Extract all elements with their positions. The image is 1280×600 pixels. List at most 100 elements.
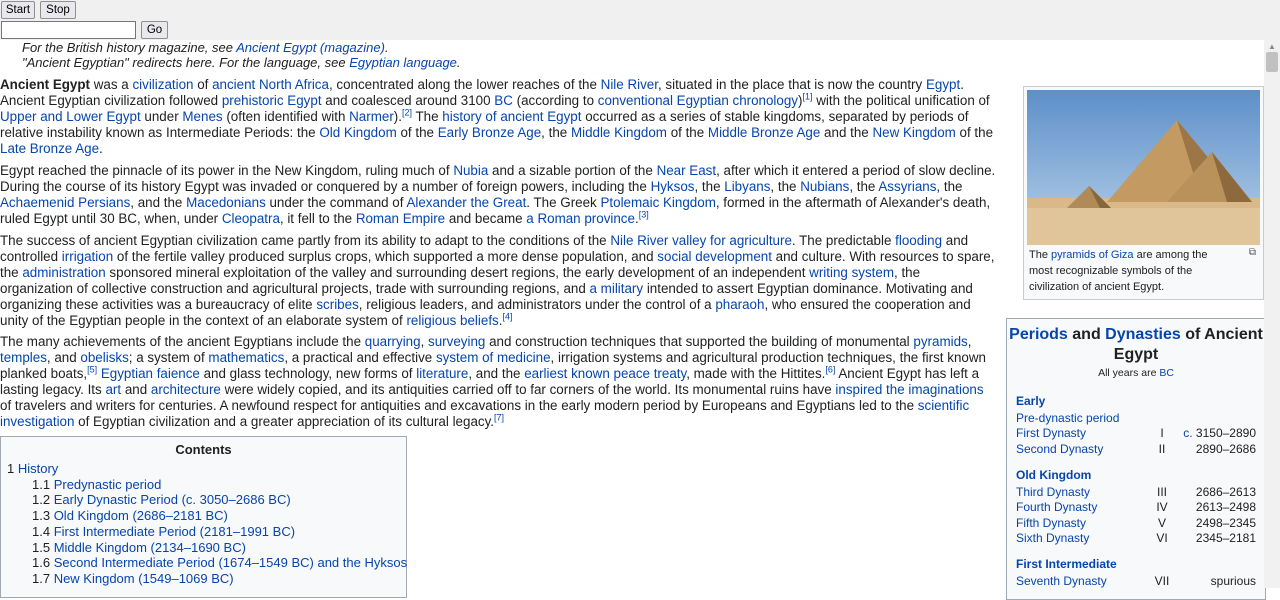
period-group-heading[interactable]: Old Kingdom bbox=[1016, 468, 1091, 482]
wiki-link[interactable]: prehistoric Egypt bbox=[222, 93, 322, 108]
toc-link[interactable]: Early Dynastic Period (c. 3050–2686 BC) bbox=[54, 492, 291, 507]
wiki-link[interactable]: Egyptian faience bbox=[101, 366, 200, 381]
wiki-link[interactable]: Old Kingdom bbox=[319, 125, 396, 140]
toc-link[interactable]: First Intermediate Period (2181–1991 BC) bbox=[54, 524, 295, 539]
wiki-link[interactable]: temples bbox=[0, 350, 47, 365]
wiki-link[interactable]: New Kingdom bbox=[872, 125, 955, 140]
wiki-link[interactable]: Near East bbox=[657, 163, 717, 178]
dynasty-link[interactable]: Pre-dynastic period bbox=[1016, 411, 1119, 425]
scrollbar-thumb[interactable] bbox=[1266, 52, 1278, 72]
wiki-link[interactable]: Assyrians bbox=[878, 179, 936, 194]
wiki-link[interactable]: Middle Bronze Age bbox=[708, 125, 820, 140]
wiki-link[interactable]: irrigation bbox=[62, 249, 113, 264]
period-group-heading[interactable]: Early bbox=[1016, 394, 1045, 408]
bc-link[interactable]: BC bbox=[1159, 367, 1174, 379]
wiki-link[interactable]: mathematics bbox=[208, 350, 284, 365]
wiki-link[interactable]: surveying bbox=[428, 334, 485, 349]
wiki-link[interactable]: literature bbox=[416, 366, 468, 381]
hatnote-link-language[interactable]: Egyptian language bbox=[349, 55, 457, 70]
wiki-link[interactable]: pyramids bbox=[913, 334, 967, 349]
wiki-link[interactable]: Macedonians bbox=[186, 195, 266, 210]
wiki-link[interactable]: Menes bbox=[182, 109, 222, 124]
vertical-scrollbar[interactable]: ▲ bbox=[1264, 40, 1280, 588]
dynasty-link[interactable]: First Dynasty bbox=[1016, 426, 1086, 440]
wiki-link[interactable]: social development bbox=[657, 249, 772, 264]
wiki-link[interactable]: Achaemenid Persians bbox=[0, 195, 130, 210]
wiki-link[interactable]: inspired the imaginations bbox=[835, 382, 983, 397]
dynasties-link[interactable]: Dynasties bbox=[1105, 326, 1181, 343]
wiki-link[interactable]: administration bbox=[22, 265, 105, 280]
toc-item[interactable]: 1 History bbox=[7, 461, 58, 476]
dynasty-link[interactable]: Fifth Dynasty bbox=[1016, 516, 1086, 530]
toc-item[interactable]: 1.2 Early Dynastic Period (c. 3050–2686 … bbox=[32, 492, 291, 507]
wiki-link[interactable]: writing system bbox=[809, 265, 894, 280]
citation-link[interactable]: [5] bbox=[87, 365, 97, 375]
toc-item[interactable]: 1.6 Second Intermediate Period (1674–154… bbox=[32, 555, 407, 570]
wiki-link[interactable]: Nile River valley for agriculture bbox=[610, 233, 792, 248]
wiki-link[interactable]: quarrying bbox=[365, 334, 421, 349]
scroll-up-arrow-icon[interactable]: ▲ bbox=[1268, 42, 1276, 51]
circa-link[interactable]: c. bbox=[1183, 426, 1192, 440]
wiki-link[interactable]: flooding bbox=[895, 233, 942, 248]
go-button[interactable]: Go bbox=[141, 21, 168, 39]
citation-link[interactable]: [6] bbox=[825, 365, 835, 375]
stop-button[interactable]: Stop bbox=[40, 1, 76, 19]
pyramids-image[interactable] bbox=[1027, 90, 1260, 245]
toc-link[interactable]: Old Kingdom (2686–2181 BC) bbox=[54, 508, 228, 523]
toc-link[interactable]: Second Intermediate Period (1674–1549 BC… bbox=[54, 555, 407, 570]
citation-link[interactable]: [4] bbox=[502, 312, 512, 322]
wiki-link[interactable]: Upper and Lower Egypt bbox=[0, 109, 141, 124]
wiki-link[interactable]: conventional Egyptian chronology bbox=[598, 93, 798, 108]
wiki-link[interactable]: Libyans bbox=[724, 179, 770, 194]
wiki-link[interactable]: Middle Kingdom bbox=[571, 125, 667, 140]
toc-item[interactable]: 1.5 Middle Kingdom (2134–1690 BC) bbox=[32, 540, 246, 555]
wiki-link[interactable]: Hyksos bbox=[651, 179, 695, 194]
periods-link[interactable]: Periods bbox=[1009, 326, 1068, 343]
wiki-link[interactable]: Ptolemaic Kingdom bbox=[600, 195, 715, 210]
wiki-link[interactable]: civilization bbox=[132, 77, 193, 92]
toc-item[interactable]: 1.4 First Intermediate Period (2181–1991… bbox=[32, 524, 295, 539]
wiki-link[interactable]: pharaoh bbox=[715, 297, 764, 312]
dynasty-link[interactable]: Third Dynasty bbox=[1016, 485, 1090, 499]
dynasty-link[interactable]: Second Dynasty bbox=[1016, 442, 1103, 456]
wiki-link[interactable]: obelisks bbox=[80, 350, 128, 365]
wiki-link[interactable]: Late Bronze Age bbox=[0, 141, 99, 156]
wiki-link[interactable]: Alexander the Great bbox=[406, 195, 526, 210]
wiki-link[interactable]: religious beliefs bbox=[406, 313, 498, 328]
toc-item[interactable]: 1.1 Predynastic period bbox=[32, 477, 161, 492]
wiki-link[interactable]: scribes bbox=[316, 297, 358, 312]
wiki-link[interactable]: earliest known peace treaty bbox=[524, 366, 686, 381]
wiki-link[interactable]: Cleopatra bbox=[222, 211, 280, 226]
wiki-link[interactable]: ancient North Africa bbox=[212, 77, 329, 92]
dynasty-link[interactable]: Fourth Dynasty bbox=[1016, 500, 1097, 514]
hatnote-link-magazine[interactable]: Ancient Egypt (magazine) bbox=[236, 40, 385, 55]
toc-link[interactable]: History bbox=[18, 461, 58, 476]
period-group-heading[interactable]: First Intermediate bbox=[1016, 557, 1117, 571]
wiki-link[interactable]: Nubians bbox=[800, 179, 849, 194]
wiki-link[interactable]: Early Bronze Age bbox=[438, 125, 541, 140]
toc-item[interactable]: 1.3 Old Kingdom (2686–2181 BC) bbox=[32, 508, 228, 523]
wiki-link[interactable]: Roman Empire bbox=[356, 211, 445, 226]
wiki-link[interactable]: art bbox=[105, 382, 121, 397]
wiki-link[interactable]: a military bbox=[590, 281, 644, 296]
wiki-link[interactable]: system of medicine bbox=[436, 350, 551, 365]
citation-link[interactable]: [1] bbox=[802, 92, 812, 102]
toc-link[interactable]: Middle Kingdom (2134–1690 BC) bbox=[54, 540, 246, 555]
dynasty-link[interactable]: Seventh Dynasty bbox=[1016, 574, 1107, 588]
enlarge-icon[interactable]: ⧉ bbox=[1249, 247, 1256, 258]
citation-link[interactable]: [7] bbox=[494, 413, 504, 423]
wiki-link[interactable]: BC bbox=[494, 93, 513, 108]
wiki-link[interactable]: Nubia bbox=[453, 163, 488, 178]
wiki-link[interactable]: history of ancient Egypt bbox=[442, 109, 581, 124]
dynasty-link[interactable]: Sixth Dynasty bbox=[1016, 531, 1089, 545]
start-button[interactable]: Start bbox=[1, 1, 35, 19]
wiki-link[interactable]: Narmer bbox=[349, 109, 394, 124]
toc-link[interactable]: Predynastic period bbox=[54, 477, 162, 492]
wiki-link[interactable]: pyramids of Giza bbox=[1051, 249, 1134, 261]
citation-link[interactable]: [2] bbox=[402, 108, 412, 118]
wiki-link[interactable]: Nile River bbox=[601, 77, 658, 92]
wiki-link[interactable]: a Roman province bbox=[526, 211, 635, 226]
wiki-link[interactable]: architecture bbox=[151, 382, 221, 397]
toc-item[interactable]: 1.7 New Kingdom (1549–1069 BC) bbox=[32, 571, 234, 586]
toc-link[interactable]: New Kingdom (1549–1069 BC) bbox=[54, 571, 234, 586]
